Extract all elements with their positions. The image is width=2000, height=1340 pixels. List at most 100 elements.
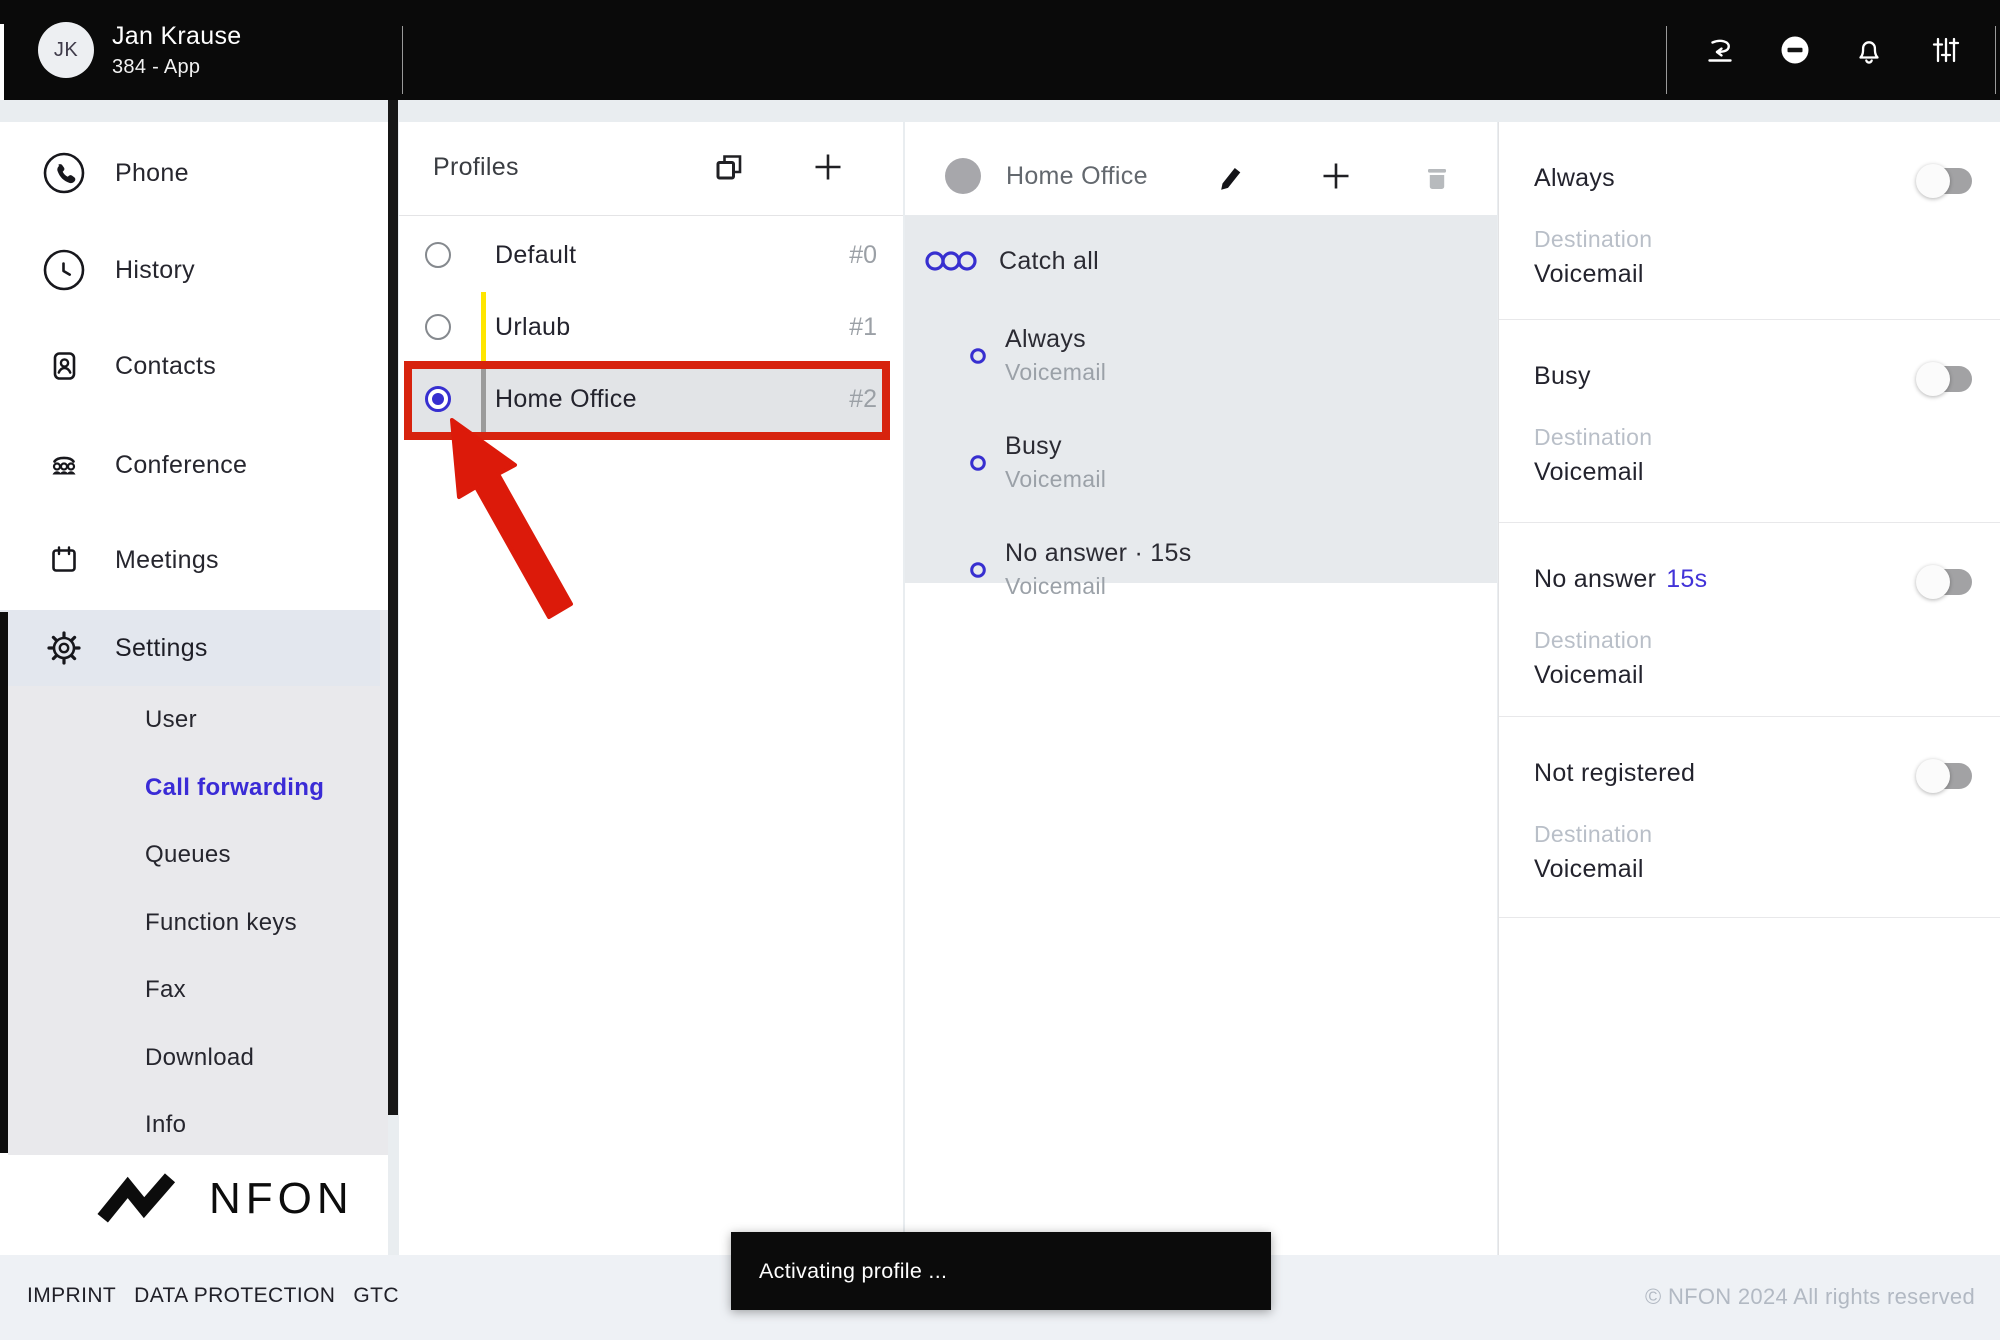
notifications-button[interactable] xyxy=(1849,30,1889,70)
sidebar-subitem-user[interactable]: User xyxy=(145,705,197,735)
section-title: Not registered xyxy=(1534,759,1705,788)
section-timeout[interactable]: 15s xyxy=(1666,565,1707,593)
toast-message: Activating profile ... xyxy=(759,1259,947,1284)
forwarding-section-busy: Busy Destination Voicemail xyxy=(1499,320,2000,523)
nfon-logo: NFON xyxy=(95,1172,354,1226)
destination-value[interactable]: Voicemail xyxy=(1534,260,1644,289)
sidebar-item-contacts[interactable]: Contacts xyxy=(0,344,388,388)
app-bar: JK Jan Krause 384 - App xyxy=(0,0,2000,100)
profile-detail-title: Home Office xyxy=(1006,161,1148,191)
contacts-icon xyxy=(42,344,86,388)
sidebar-subitem-download[interactable]: Download xyxy=(145,1043,254,1073)
catch-all-row[interactable]: Catch all xyxy=(925,245,1099,277)
delete-profile-button[interactable] xyxy=(1420,159,1454,193)
nfon-logo-text: NFON xyxy=(209,1174,354,1224)
filter-settings-icon xyxy=(1926,30,1966,70)
edit-profile-button[interactable] xyxy=(1212,158,1248,194)
toggle-knob xyxy=(1916,565,1950,599)
add-profile-button[interactable] xyxy=(810,149,846,185)
sidebar-item-label: Phone xyxy=(115,159,189,188)
rule-title: Always xyxy=(1005,324,1086,354)
destination-label: Destination xyxy=(1534,424,1652,451)
sidebar-item-label: Meetings xyxy=(115,546,219,575)
sidebar-item-label: Conference xyxy=(115,451,247,480)
not-registered-toggle[interactable] xyxy=(1916,759,1972,793)
rule-dot-icon xyxy=(969,347,987,365)
profiles-title: Profiles xyxy=(433,152,519,182)
rule-title: Busy xyxy=(1005,431,1062,461)
sidebar-item-label: History xyxy=(115,256,195,285)
profile-number: #2 xyxy=(849,385,877,414)
rule-destination: Voicemail xyxy=(1005,572,1106,600)
call-redirect-icon xyxy=(1700,30,1740,70)
catch-all-icon xyxy=(925,245,977,277)
sidebar-subitem-function-keys[interactable]: Function keys xyxy=(145,908,297,938)
destination-value[interactable]: Voicemail xyxy=(1534,661,1644,690)
topbar-divider xyxy=(402,26,403,94)
profile-number: #0 xyxy=(849,241,877,270)
user-extension: 384 - App xyxy=(112,56,200,79)
profile-name: Urlaub xyxy=(495,313,570,342)
sidebar-subitem-info[interactable]: Info xyxy=(145,1110,186,1140)
sidebar-scrollbar[interactable] xyxy=(388,100,398,1115)
destination-label: Destination xyxy=(1534,226,1652,253)
profile-status-circle xyxy=(945,158,981,194)
do-not-disturb-icon xyxy=(1775,30,1815,70)
user-name: Jan Krause xyxy=(112,22,241,51)
nfon-logo-mark xyxy=(95,1172,195,1226)
catch-all-label: Catch all xyxy=(999,247,1099,276)
rule-destination: Voicemail xyxy=(1005,465,1106,493)
destination-label: Destination xyxy=(1534,821,1652,848)
profile-radio-selected[interactable] xyxy=(425,386,451,412)
rule-destination: Voicemail xyxy=(1005,358,1106,386)
busy-toggle[interactable] xyxy=(1916,362,1972,396)
sidebar-subitem-call-forwarding[interactable]: Call forwarding xyxy=(145,773,324,803)
sidebar-item-settings[interactable]: Settings xyxy=(0,610,380,686)
add-rule-button[interactable] xyxy=(1318,158,1354,194)
profile-row-home-office[interactable]: Home Office #2 xyxy=(399,363,903,435)
profile-row-default[interactable]: Default #0 xyxy=(399,219,903,291)
profile-detail-panel: Home Office Catch all xyxy=(905,122,1497,1255)
call-redirect-button[interactable] xyxy=(1700,30,1740,70)
conference-icon xyxy=(42,443,86,487)
profile-radio[interactable] xyxy=(425,242,451,268)
profile-name: Default xyxy=(495,241,576,270)
sidebar-item-history[interactable]: History xyxy=(0,248,388,292)
destination-value[interactable]: Voicemail xyxy=(1534,855,1644,884)
toggle-knob xyxy=(1916,362,1950,396)
forwarding-section-not-registered: Not registered Destination Voicemail xyxy=(1499,717,2000,918)
avatar-initials: JK xyxy=(54,39,78,62)
duplicate-profile-button[interactable] xyxy=(711,149,747,185)
gear-icon xyxy=(42,626,86,670)
toggle-knob xyxy=(1916,759,1950,793)
filter-settings-button[interactable] xyxy=(1926,30,1966,70)
profile-row-urlaub[interactable]: Urlaub #1 xyxy=(399,291,903,363)
do-not-disturb-button[interactable] xyxy=(1775,30,1815,70)
profile-radio[interactable] xyxy=(425,314,451,340)
rule-title: No answer · 15s xyxy=(1005,538,1192,568)
profile-color-bar-gray xyxy=(481,368,486,432)
always-toggle[interactable] xyxy=(1916,164,1972,198)
footer-link-gtc[interactable]: GTC xyxy=(353,1284,399,1308)
footer-link-imprint[interactable]: IMPRINT xyxy=(27,1284,116,1308)
delete-icon xyxy=(1420,159,1454,193)
topbar-divider xyxy=(1666,26,1667,94)
history-icon xyxy=(42,248,86,292)
avatar[interactable]: JK xyxy=(38,22,94,78)
sidebar-item-phone[interactable]: Phone xyxy=(0,151,388,195)
sidebar-item-meetings[interactable]: Meetings xyxy=(0,538,388,582)
topbar-divider xyxy=(1995,26,1996,94)
destination-value[interactable]: Voicemail xyxy=(1534,458,1644,487)
profile-name: Home Office xyxy=(495,385,637,414)
sidebar-item-conference[interactable]: Conference xyxy=(0,443,388,487)
sidebar-subitem-fax[interactable]: Fax xyxy=(145,975,186,1005)
settings-scroll-indicator[interactable] xyxy=(0,612,8,1153)
divider xyxy=(399,215,903,216)
edit-icon xyxy=(1212,158,1248,194)
sidebar-item-label: Contacts xyxy=(115,352,216,381)
toast: Activating profile ... xyxy=(731,1232,1271,1310)
footer-link-data-protection[interactable]: DATA PROTECTION xyxy=(134,1284,335,1308)
sidebar-subitem-queues[interactable]: Queues xyxy=(145,840,231,870)
profile-color-bar-yellow xyxy=(481,292,486,362)
no-answer-toggle[interactable] xyxy=(1916,565,1972,599)
